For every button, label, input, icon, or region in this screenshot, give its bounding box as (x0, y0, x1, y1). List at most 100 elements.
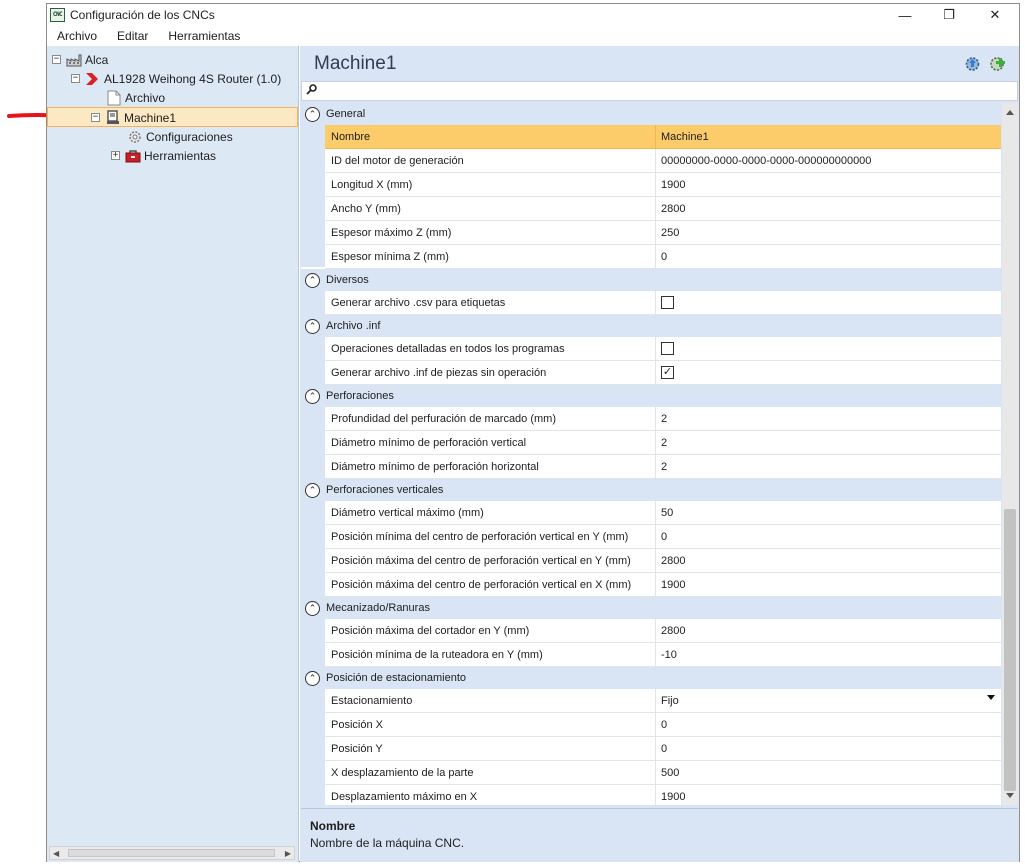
prop-name: Posición mínima de la ruteadora en Y (mm… (325, 643, 656, 666)
tree-node-alca[interactable]: − Alca (52, 50, 108, 69)
checkbox-csv-etiquetas[interactable] (661, 296, 674, 309)
prop-value[interactable]: 50 (656, 501, 1001, 524)
prop-row-inf-piezas[interactable]: Generar archivo .inf de piezas sin opera… (325, 361, 1001, 385)
prop-value[interactable]: 0 (656, 737, 1001, 760)
prop-row-posicion-y[interactable]: Posición Y 0 (325, 737, 1001, 761)
tree-node-machine1[interactable]: − Machine1 (91, 108, 176, 127)
prop-value[interactable]: 2 (656, 407, 1001, 430)
prop-value[interactable]: Machine1 (656, 125, 1001, 148)
prop-row-diam-min-horizontal[interactable]: Diámetro mínimo de perforación horizonta… (325, 455, 1001, 479)
grid-vertical-scrollbar[interactable] (1002, 103, 1018, 805)
scrollbar-thumb[interactable] (1004, 509, 1016, 791)
prop-row-profundidad-marcado[interactable]: Profundidad del perfuración de marcado (… (325, 407, 1001, 431)
collapse-chevron-icon[interactable]: ⌃ (305, 670, 320, 686)
category-perforaciones-verticales[interactable]: ⌃ Perforaciones verticales (301, 479, 1001, 501)
collapse-chevron-icon[interactable]: ⌃ (305, 272, 320, 288)
collapse-toggle[interactable]: − (91, 113, 100, 122)
prop-row-id-motor[interactable]: ID del motor de generación 00000000-0000… (325, 149, 1001, 173)
prop-row-x-desplazamiento[interactable]: X desplazamiento de la parte 500 (325, 761, 1001, 785)
properties-panel: Machine1 ⌃ General Nombre Machine1 ID de… (300, 46, 1019, 862)
prop-row-pos-max-centro-x[interactable]: Posición máxima del centro de perforació… (325, 573, 1001, 597)
checkbox-ops-detalladas[interactable] (661, 342, 674, 355)
prop-value[interactable]: 2 (656, 431, 1001, 454)
prop-value[interactable]: 250 (656, 221, 1001, 244)
prop-value[interactable]: 00000000-0000-0000-0000-000000000000 (656, 149, 1001, 172)
estacionamiento-select[interactable]: Fijo (656, 689, 1001, 712)
prop-name: Operaciones detalladas en todos los prog… (325, 337, 656, 360)
tree-node-router[interactable]: − AL1928 Weihong 4S Router (1.0) (71, 69, 281, 88)
collapse-chevron-icon[interactable]: ⌃ (305, 318, 320, 334)
collapse-toggle[interactable]: − (71, 74, 80, 83)
prop-value[interactable]: 1900 (656, 573, 1001, 596)
prop-row-desplazamiento-max-x[interactable]: Desplazamiento máximo en X 1900 (325, 785, 1001, 805)
prop-row-csv-etiquetas[interactable]: Generar archivo .csv para etiquetas (325, 291, 1001, 315)
collapse-chevron-icon[interactable]: ⌃ (305, 388, 320, 404)
prop-row-pos-min-ruteadora-y[interactable]: Posición mínima de la ruteadora en Y (mm… (325, 643, 1001, 667)
collapse-chevron-icon[interactable]: ⌃ (305, 600, 320, 616)
tree-node-archivo[interactable]: Archivo (106, 88, 165, 107)
collapse-chevron-icon[interactable]: ⌃ (305, 106, 320, 122)
prop-row-nombre[interactable]: Nombre Machine1 (325, 125, 1001, 149)
minimize-button[interactable]: — (883, 4, 927, 26)
checkbox-inf-piezas[interactable]: ✓ (661, 366, 674, 379)
expand-toggle[interactable]: + (111, 151, 120, 160)
menu-archivo[interactable]: Archivo (47, 26, 107, 46)
prop-row-espesor-max-z[interactable]: Espesor máximo Z (mm) 250 (325, 221, 1001, 245)
category-general[interactable]: ⌃ General (301, 103, 1001, 125)
prop-row-espesor-min-z[interactable]: Espesor mínima Z (mm) 0 (325, 245, 1001, 269)
menu-editar[interactable]: Editar (107, 26, 158, 46)
tree-node-configuraciones[interactable]: Configuraciones (127, 127, 233, 146)
prop-value[interactable]: ✓ (656, 361, 1001, 384)
prop-name: Espesor mínima Z (mm) (325, 245, 656, 268)
prop-value[interactable]: 0 (656, 713, 1001, 736)
prop-value[interactable]: 500 (656, 761, 1001, 784)
prop-row-pos-max-centro-y[interactable]: Posición máxima del centro de perforació… (325, 549, 1001, 573)
collapse-chevron-icon[interactable]: ⌃ (305, 482, 320, 498)
prop-row-ancho-y[interactable]: Ancho Y (mm) 2800 (325, 197, 1001, 221)
prop-value[interactable] (656, 291, 1001, 314)
category-perforaciones[interactable]: ⌃ Perforaciones (301, 385, 1001, 407)
tree-node-herramientas[interactable]: + Herramientas (111, 146, 216, 165)
tree-horizontal-scrollbar[interactable]: ◀ ▶ (49, 846, 295, 860)
prop-value[interactable]: 2 (656, 455, 1001, 478)
prop-name: ID del motor de generación (325, 149, 656, 172)
prop-row-estacionamiento[interactable]: Estacionamiento Fijo (325, 689, 1001, 713)
prop-value[interactable]: 2800 (656, 619, 1001, 642)
prop-row-diam-min-vertical[interactable]: Diámetro mínimo de perforación vertical … (325, 431, 1001, 455)
prop-row-diam-vert-max[interactable]: Diámetro vertical máximo (mm) 50 (325, 501, 1001, 525)
gear-upload-icon[interactable] (964, 55, 981, 72)
close-button[interactable]: ✕ (973, 4, 1017, 26)
prop-row-longitud-x[interactable]: Longitud X (mm) 1900 (325, 173, 1001, 197)
scroll-right-icon[interactable]: ▶ (285, 849, 291, 858)
gear-add-icon[interactable] (989, 55, 1006, 72)
category-estacionamiento[interactable]: ⌃ Posición de estacionamiento (301, 667, 1001, 689)
prop-value[interactable]: 0 (656, 245, 1001, 268)
prop-row-pos-max-cortador-y[interactable]: Posición máxima del cortador en Y (mm) 2… (325, 619, 1001, 643)
category-label: Perforaciones (326, 390, 394, 402)
collapse-toggle[interactable]: − (52, 55, 61, 64)
dropdown-arrow-icon[interactable] (987, 695, 995, 700)
scroll-left-icon[interactable]: ◀ (53, 849, 59, 858)
menu-herramientas[interactable]: Herramientas (158, 26, 250, 46)
restore-button[interactable]: ❐ (927, 4, 971, 26)
prop-row-ops-detalladas[interactable]: Operaciones detalladas en todos los prog… (325, 337, 1001, 361)
scrollbar-thumb[interactable] (68, 849, 275, 857)
menu-bar: Archivo Editar Herramientas (47, 26, 1019, 46)
prop-value[interactable]: -10 (656, 643, 1001, 666)
scroll-up-icon[interactable] (1006, 110, 1014, 115)
prop-value[interactable]: 1900 (656, 785, 1001, 805)
prop-value[interactable]: 0 (656, 525, 1001, 548)
search-input[interactable] (320, 83, 1010, 99)
prop-row-pos-min-centro-y[interactable]: Posición mínima del centro de perforació… (325, 525, 1001, 549)
prop-value[interactable] (656, 337, 1001, 360)
category-mecanizado[interactable]: ⌃ Mecanizado/Ranuras (301, 597, 1001, 619)
category-archivo-inf[interactable]: ⌃ Archivo .inf (301, 315, 1001, 337)
category-diversos[interactable]: ⌃ Diversos (301, 269, 1001, 291)
prop-value[interactable]: 2800 (656, 549, 1001, 572)
prop-name: Estacionamiento (325, 689, 656, 712)
prop-value[interactable]: 2800 (656, 197, 1001, 220)
prop-value[interactable]: 1900 (656, 173, 1001, 196)
search-field[interactable] (301, 81, 1018, 101)
scroll-down-icon[interactable] (1006, 793, 1014, 798)
prop-row-posicion-x[interactable]: Posición X 0 (325, 713, 1001, 737)
